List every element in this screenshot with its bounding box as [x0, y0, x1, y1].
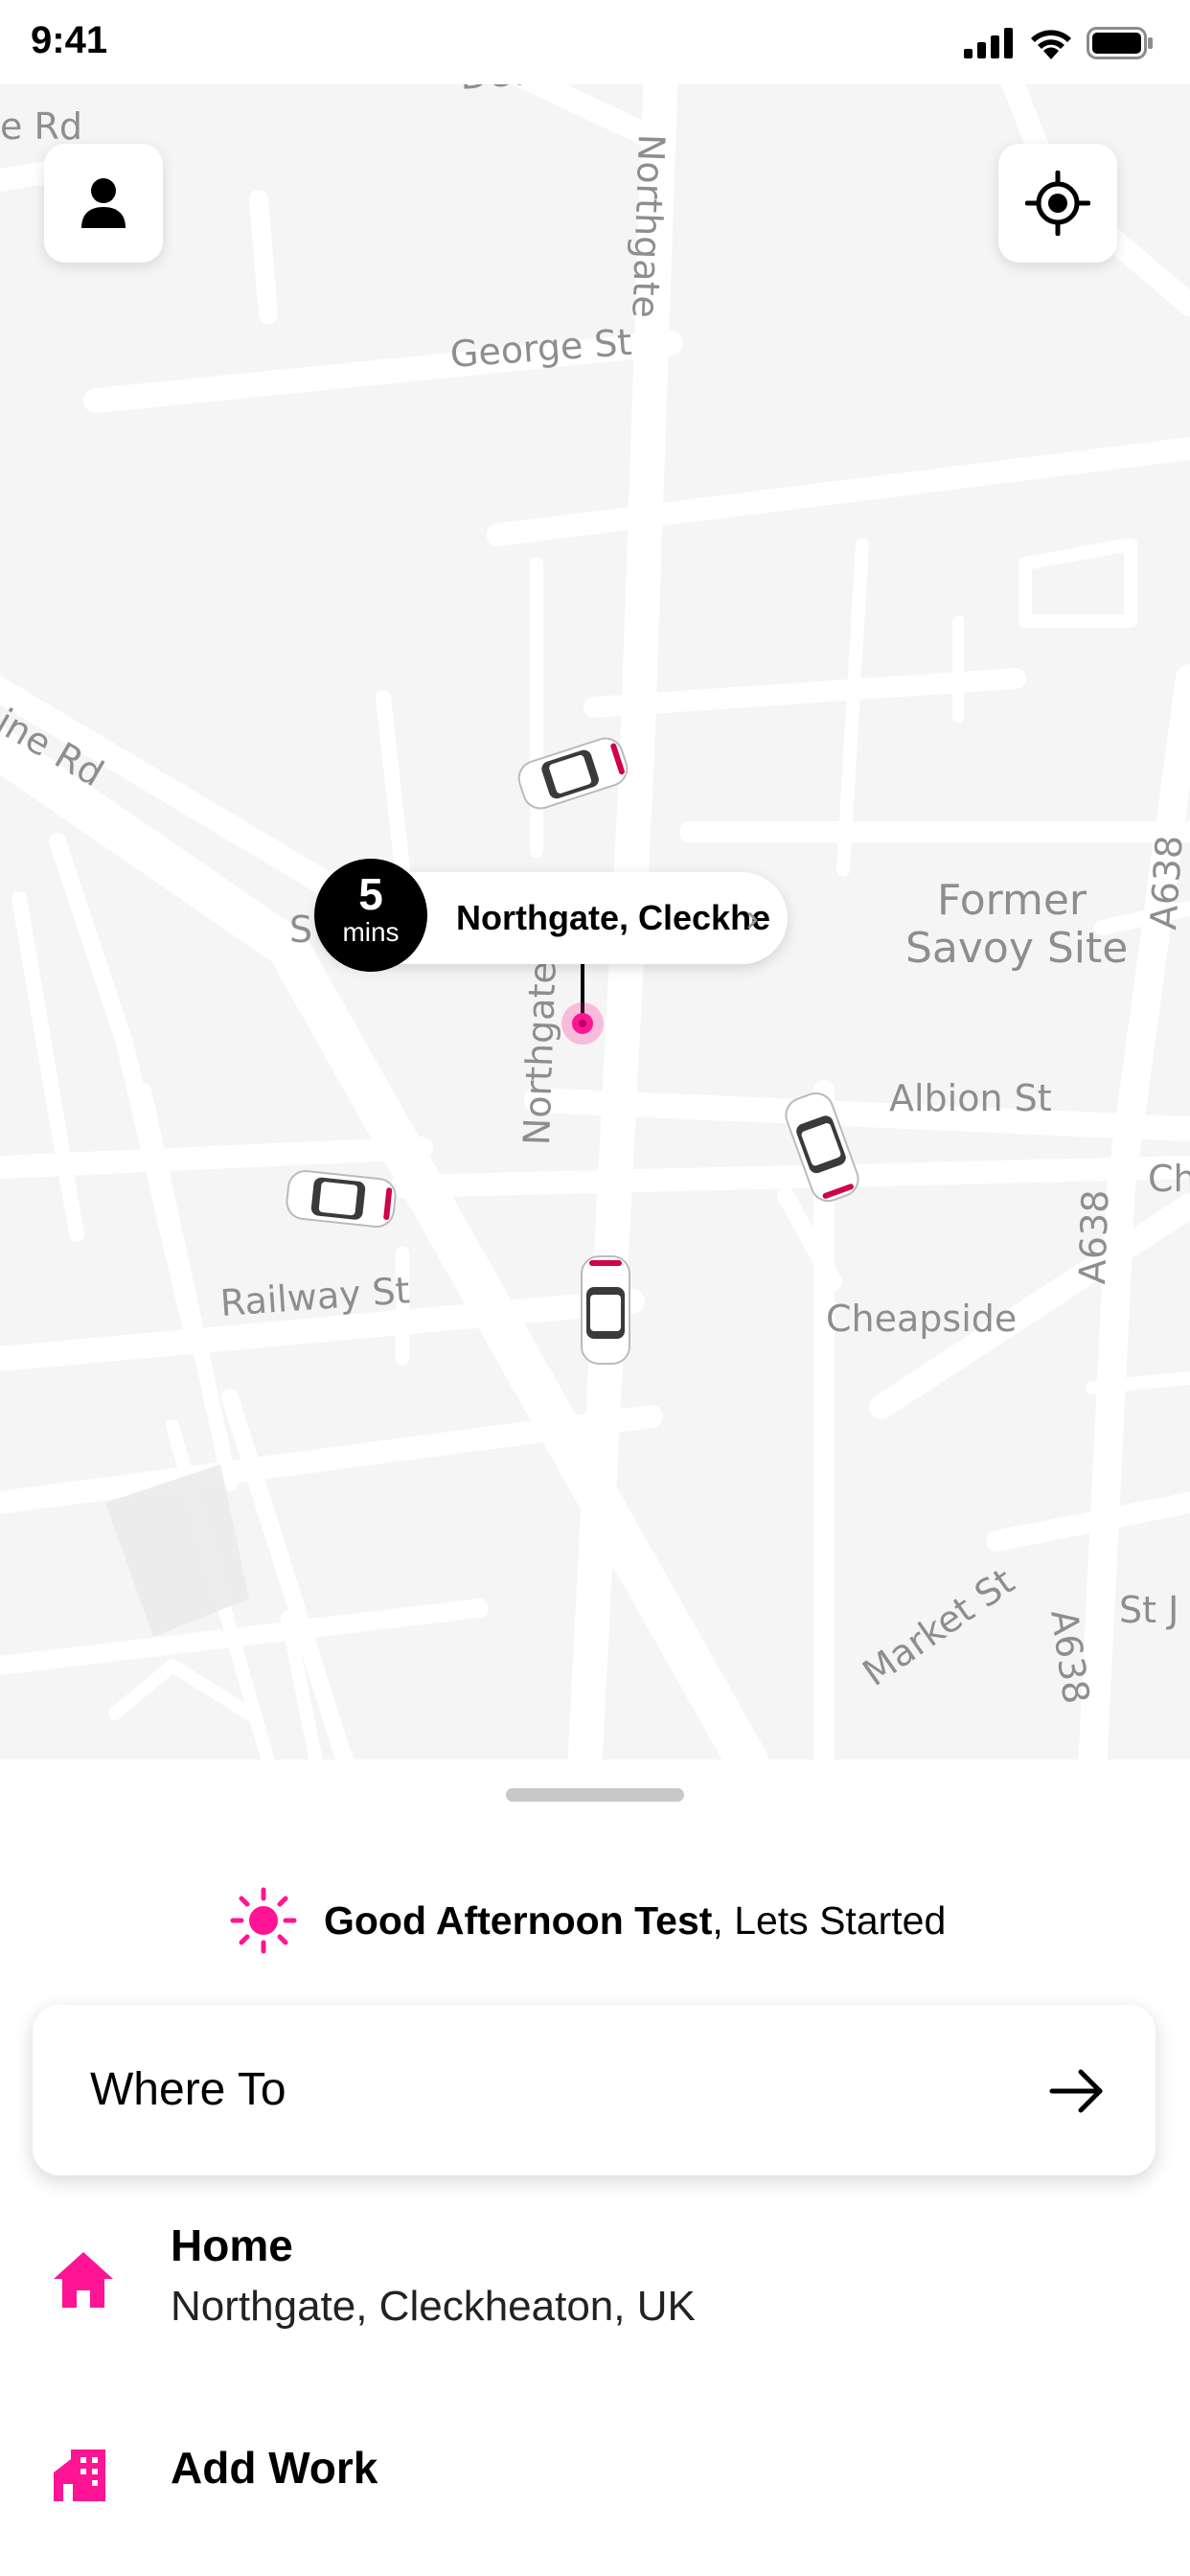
- where-to-label: Where To: [90, 2064, 286, 2115]
- bottom-sheet: Good Afternoon Test, Lets Started Where …: [0, 1760, 1190, 2576]
- map-label-a638-right: A638: [1142, 834, 1190, 932]
- sheet-drag-handle[interactable]: [506, 1788, 684, 1802]
- status-time: 9:41: [31, 19, 108, 61]
- signal-icon: [964, 28, 1013, 58]
- map-label-e-rd: e Rd: [0, 105, 82, 148]
- work-icon: [54, 2450, 105, 2501]
- greeting-name: Good Afternoon Test: [324, 1898, 713, 1943]
- car-icon: [286, 1170, 397, 1228]
- map-label-savoy: Savoy Site: [905, 924, 1129, 973]
- add-work-title: Add Work: [171, 2443, 378, 2493]
- greeting-rest: , Lets Started: [712, 1898, 947, 1943]
- pin-icon: [561, 956, 604, 1045]
- status-icons: [964, 27, 1154, 59]
- locate-icon: [1025, 171, 1090, 236]
- wifi-icon: [1031, 30, 1071, 59]
- map[interactable]: e Rd Dewsb Northgate George St ine Rd S …: [0, 84, 1190, 1760]
- where-to-input[interactable]: Where To: [33, 2005, 1156, 2175]
- map-label-a638-mid: A638: [1071, 1188, 1117, 1285]
- saved-place-work[interactable]: Add Work: [0, 2430, 1190, 2536]
- map-label-st-j: St J: [1119, 1589, 1179, 1631]
- eta-unit: mins: [342, 917, 400, 947]
- map-label-ch: Ch: [1148, 1158, 1190, 1200]
- arrow-right-icon[interactable]: [1048, 2062, 1106, 2120]
- map-label-albion-st: Albion St: [889, 1077, 1052, 1119]
- map-label-former: Former: [937, 876, 1087, 925]
- locate-me-button[interactable]: [998, 144, 1117, 263]
- saved-place-home[interactable]: Home Northgate, Cleckheaton, UK: [0, 2220, 1190, 2354]
- greeting: Good Afternoon Test, Lets Started: [230, 1887, 996, 1954]
- home-icon: [54, 2252, 113, 2308]
- profile-button[interactable]: [44, 144, 163, 263]
- eta-location-text: Northgate, Cleckhe: [456, 898, 771, 937]
- car-icon: [581, 1255, 630, 1365]
- home-address: Northgate, Cleckheaton, UK: [171, 2283, 696, 2330]
- chevron-right-icon: ›: [745, 897, 759, 939]
- eta-badge: 5 mins: [314, 859, 427, 972]
- status-bar: 9:41: [0, 0, 1190, 84]
- map-label-s: S: [289, 908, 313, 951]
- profile-icon: [81, 178, 126, 228]
- home-title: Home: [171, 2220, 293, 2270]
- sun-icon: [230, 1887, 297, 1954]
- map-label-cheapside: Cheapside: [826, 1298, 1018, 1340]
- map-label-northgate-top: Northgate: [624, 133, 673, 319]
- eta-number: 5: [358, 869, 383, 919]
- battery-icon: [1087, 27, 1153, 59]
